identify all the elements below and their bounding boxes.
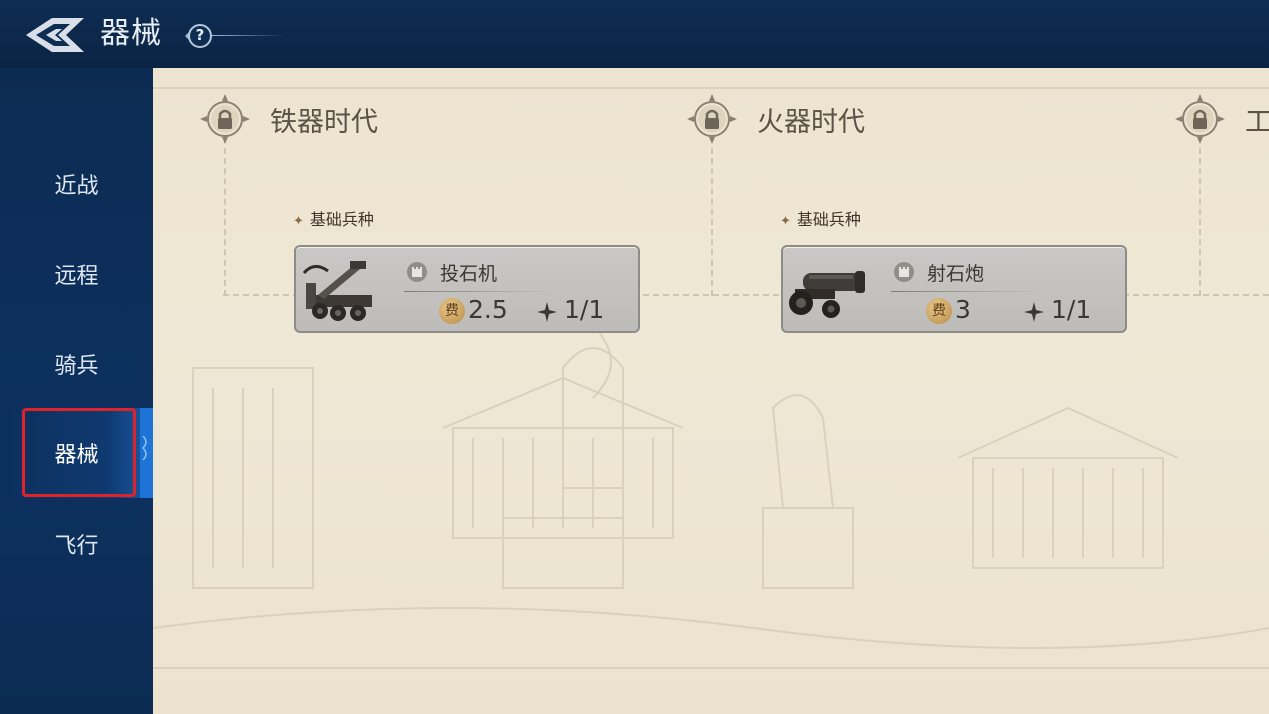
unit-name: 投石机 — [440, 263, 498, 285]
sparkle-icon: ✦ — [780, 214, 791, 229]
era-divider-line — [711, 148, 713, 296]
unit-card-cannon[interactable]: 射石炮 费 3 1/1 — [781, 245, 1127, 333]
unit-name: 射石炮 — [927, 263, 985, 285]
selection-highlight — [22, 408, 136, 497]
unit-card-catapult[interactable]: 投石机 费 2.5 1/1 — [294, 245, 640, 333]
unit-count: 1/1 — [1051, 295, 1092, 324]
catapult-image — [302, 261, 372, 321]
unit-cost: 2.5 — [468, 295, 508, 324]
unit-count: 1/1 — [564, 295, 605, 324]
card-divider — [404, 291, 554, 292]
sidebar-item-flying[interactable]: 飞行 — [0, 509, 153, 579]
lock-icon — [200, 94, 250, 144]
top-bar: 器械 ? — [0, 0, 1269, 69]
group-label: ✦ 基础兵种 — [293, 206, 374, 230]
era-title: 铁器时代 — [270, 107, 378, 138]
active-tab-indicator — [140, 408, 153, 498]
castle-icon — [894, 262, 914, 282]
sidebar-item-cavalry[interactable]: 骑兵 — [0, 329, 153, 399]
sidebar-item-ranged[interactable]: 远程 — [0, 239, 153, 309]
group-label: ✦ 基础兵种 — [780, 206, 861, 230]
cost-icon: 费 — [926, 298, 952, 324]
card-divider — [891, 291, 1041, 292]
era-title: 工 — [1245, 107, 1269, 138]
era-divider-line — [224, 148, 226, 296]
unit-tree-panel[interactable]: 铁器时代 ✦ 基础兵种 投石机 费 2.5 1/1 火器时代 ✦ 基础兵种 射石… — [153, 68, 1269, 714]
sparkle-icon: ✦ — [293, 214, 304, 229]
group-label-text: 基础兵种 — [309, 210, 374, 229]
sidebar-item-label: 骑兵 — [54, 354, 99, 379]
sidebar-item-label: 飞行 — [54, 534, 99, 559]
era-title: 火器时代 — [757, 107, 865, 138]
castle-icon — [407, 262, 427, 282]
unit-cost: 3 — [955, 295, 971, 324]
help-glyph: ? — [195, 26, 205, 44]
sidebar-item-label: 远程 — [54, 264, 99, 289]
lock-icon — [687, 94, 737, 144]
page-title: 器械 — [100, 16, 162, 51]
cannon-image — [789, 271, 865, 318]
era-column: 工 — [1173, 68, 1269, 308]
group-label-text: 基础兵种 — [796, 210, 861, 229]
help-button[interactable]: ? — [183, 22, 213, 50]
lock-icon — [1175, 94, 1225, 144]
sidebar-item-label: 近战 — [54, 174, 99, 199]
sparkle-count-icon — [537, 302, 557, 322]
back-arrow-logo-icon — [26, 18, 84, 52]
sparkle-count-icon — [1024, 302, 1044, 322]
sidebar-item-melee[interactable]: 近战 — [0, 149, 153, 219]
help-decor-line — [212, 35, 284, 36]
back-button[interactable] — [22, 14, 88, 56]
era-divider-line — [1199, 148, 1201, 296]
cost-icon: 费 — [439, 298, 465, 324]
